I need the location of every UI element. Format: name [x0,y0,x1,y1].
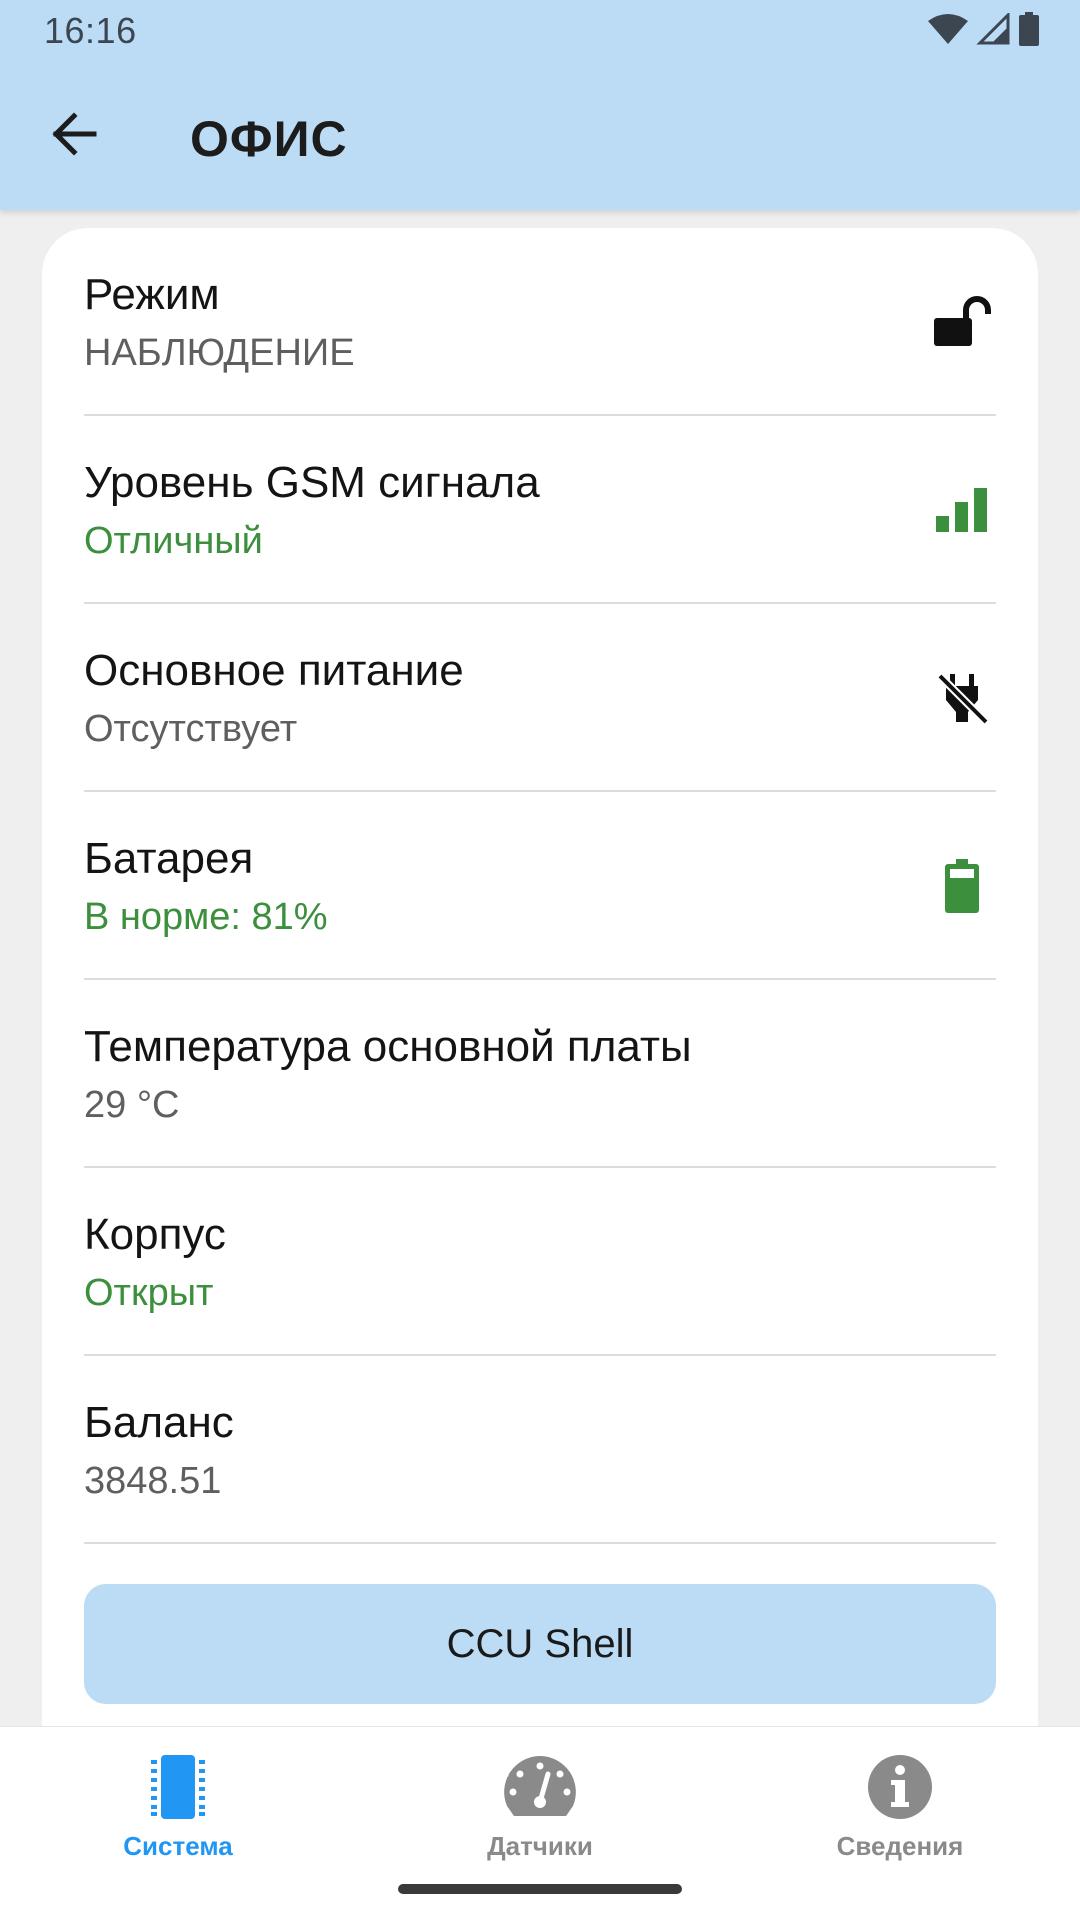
power-off-plug-icon [928,664,996,732]
row-board-temperature[interactable]: Температура основной платы 29 °C [84,980,996,1168]
row-value: Отличный [84,520,263,562]
app-bar: ОФИС [0,62,1080,210]
signal-bars-icon [928,476,996,544]
row-label: Баланс [84,1398,234,1447]
row-label: Режим [84,270,220,319]
home-indicator[interactable] [398,1884,682,1894]
ccu-shell-button[interactable]: CCU Shell [84,1584,996,1704]
chip-icon [143,1747,213,1827]
back-button[interactable] [34,104,114,168]
row-value: 29 °C [84,1084,180,1126]
row-case[interactable]: Корпус Открыт [84,1168,996,1356]
nav-item-sensors[interactable]: Датчики [410,1747,670,1867]
page-title: ОФИС [190,111,348,167]
app-screen: 16:16 ОФИС Режим НАБЛЮДЕНИЕ Уровень GSM … [0,0,1080,1920]
row-label: Корпус [84,1210,226,1259]
row-label: Температура основной платы [84,1022,692,1071]
nav-label: Сведения [836,1831,964,1861]
battery-icon [928,852,996,920]
row-value: Открыт [84,1272,214,1314]
nav-item-info[interactable]: Сведения [770,1747,1030,1867]
row-mode[interactable]: Режим НАБЛЮДЕНИЕ [84,228,996,416]
nav-label: Система [123,1831,233,1861]
row-gsm-signal[interactable]: Уровень GSM сигнала Отличный [84,416,996,604]
status-bar: 16:16 [0,0,1080,62]
row-value: В норме: 81% [84,896,328,938]
gauge-icon [502,1747,578,1827]
header: 16:16 ОФИС [0,0,1080,210]
row-value: НАБЛЮДЕНИЕ [84,332,355,374]
nav-item-system[interactable]: Система [48,1747,308,1867]
row-label: Батарея [84,834,254,883]
wifi-icon [928,13,968,45]
row-value: Отсутствует [84,708,298,750]
arrow-left-icon [50,111,98,161]
info-icon [867,1747,933,1827]
row-balance[interactable]: Баланс 3848.51 [84,1356,996,1544]
cell-signal-icon [976,13,1010,45]
unlocked-padlock-icon [928,288,996,356]
row-battery[interactable]: Батарея В норме: 81% [84,792,996,980]
status-icons [928,12,1040,46]
row-label: Уровень GSM сигнала [84,458,540,507]
status-time: 16:16 [44,10,137,51]
row-main-power[interactable]: Основное питание Отсутствует [84,604,996,792]
row-value: 3848.51 [84,1460,222,1502]
nav-label: Датчики [487,1831,593,1861]
status-card: Режим НАБЛЮДЕНИЕ Уровень GSM сигнала Отл… [42,228,1038,1748]
row-label: Основное питание [84,646,464,695]
battery-status-icon [1018,12,1040,46]
